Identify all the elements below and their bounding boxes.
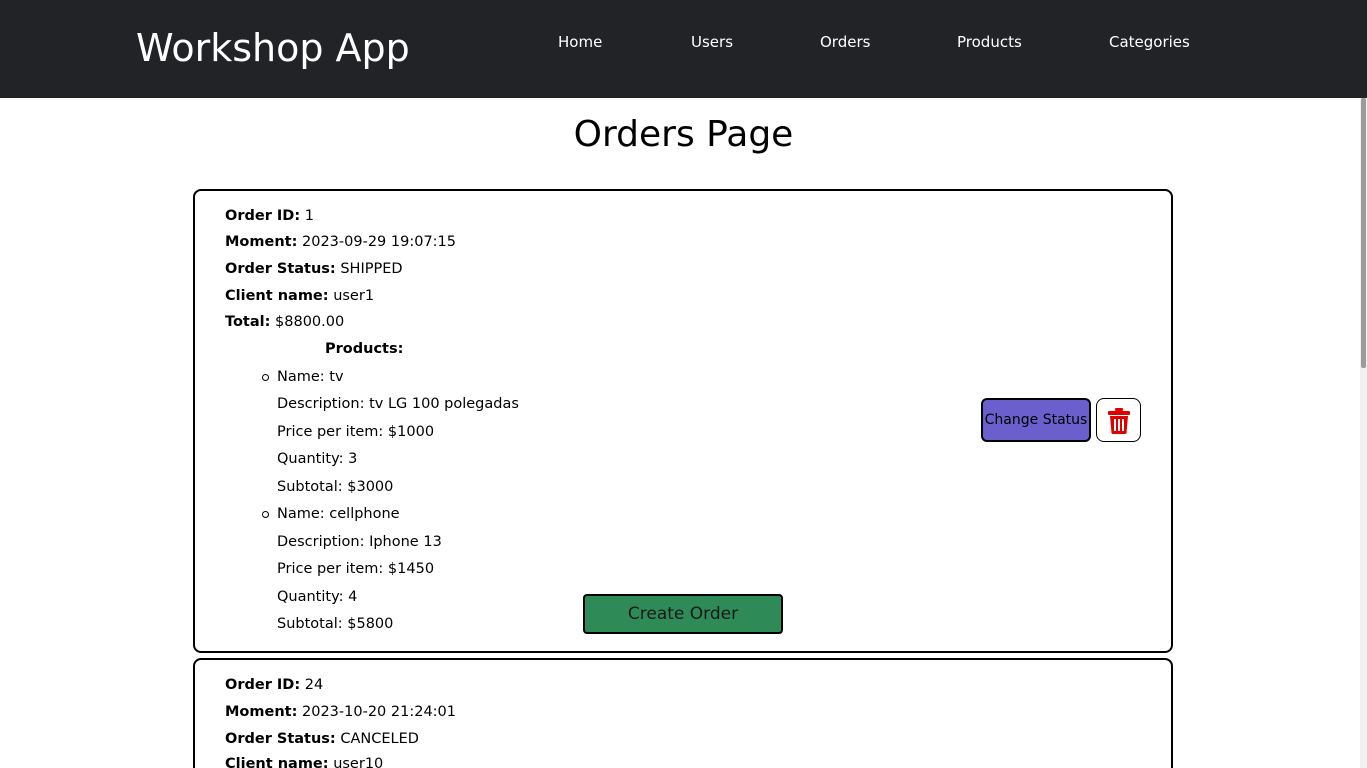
order-status-row: Order Status: CANCELED — [225, 729, 419, 749]
page-title: Orders Page — [573, 114, 794, 155]
client-name-row: Client name: user10 — [225, 754, 383, 768]
nav-link-products[interactable]: Products — [957, 32, 1022, 52]
client-name-label: Client name: — [225, 756, 329, 768]
order-id-label: Order ID: — [225, 677, 301, 693]
order-status-value: CANCELED — [340, 731, 419, 747]
trash-icon — [1108, 408, 1130, 434]
order-total-label: Total: — [225, 314, 271, 330]
brand-title[interactable]: Workshop App — [136, 24, 410, 72]
order-total-row: Total: $8800.00 — [225, 312, 344, 332]
product-price: Price per item: $1000 — [277, 424, 435, 440]
nav-link-home[interactable]: Home — [558, 32, 602, 52]
create-order-button[interactable]: Create Order — [583, 594, 783, 634]
product-name: Name: tv — [277, 369, 344, 385]
order-moment-row: Moment: 2023-09-29 19:07:15 — [225, 232, 456, 252]
delete-order-button[interactable] — [1096, 398, 1141, 442]
order-moment-label: Moment: — [225, 704, 298, 720]
order-card: Order ID: 24 Moment: 2023-10-20 21:24:01… — [193, 658, 1173, 768]
nav-link-categories[interactable]: Categories — [1109, 32, 1190, 52]
order-moment-label: Moment: — [225, 234, 298, 250]
client-name-value: user1 — [333, 288, 375, 304]
order-id-value: 1 — [304, 208, 314, 224]
order-status-label: Order Status: — [225, 731, 336, 747]
order-status-label: Order Status: — [225, 261, 336, 277]
products-heading: Products: — [325, 341, 404, 357]
product-description: Description: Iphone 13 — [277, 534, 442, 550]
nav-link-users[interactable]: Users — [691, 32, 733, 52]
client-name-label: Client name: — [225, 288, 329, 304]
product-subtotal: Subtotal: $5800 — [277, 616, 394, 632]
product-quantity: Quantity: 3 — [277, 451, 358, 467]
order-moment-row: Moment: 2023-10-20 21:24:01 — [225, 702, 456, 722]
list-bullet — [262, 511, 269, 518]
order-status-value: SHIPPED — [340, 261, 403, 277]
order-total-value: $8800.00 — [275, 314, 345, 330]
order-id-row: Order ID: 1 — [225, 206, 314, 226]
order-status-row: Order Status: SHIPPED — [225, 259, 403, 279]
client-name-row: Client name: user1 — [225, 286, 374, 306]
scrollbar-thumb[interactable] — [1361, 98, 1366, 368]
product-quantity: Quantity: 4 — [277, 589, 358, 605]
order-card: Order ID: 1 Moment: 2023-09-29 19:07:15 … — [193, 189, 1173, 653]
client-name-value: user10 — [333, 756, 384, 768]
product-price: Price per item: $1450 — [277, 561, 435, 577]
order-moment-value: 2023-10-20 21:24:01 — [302, 704, 456, 720]
product-subtotal: Subtotal: $3000 — [277, 479, 394, 495]
product-description: Description: tv LG 100 polegadas — [277, 396, 519, 412]
navbar: Workshop App Home Users Orders Products … — [0, 0, 1367, 98]
product-name: Name: cellphone — [277, 506, 400, 522]
change-status-button[interactable]: Change Status — [981, 398, 1091, 442]
order-id-label: Order ID: — [225, 208, 301, 224]
order-id-row: Order ID: 24 — [225, 675, 323, 695]
list-bullet — [262, 374, 269, 381]
nav-link-orders[interactable]: Orders — [820, 32, 870, 52]
order-id-value: 24 — [304, 677, 324, 693]
order-moment-value: 2023-09-29 19:07:15 — [302, 234, 456, 250]
